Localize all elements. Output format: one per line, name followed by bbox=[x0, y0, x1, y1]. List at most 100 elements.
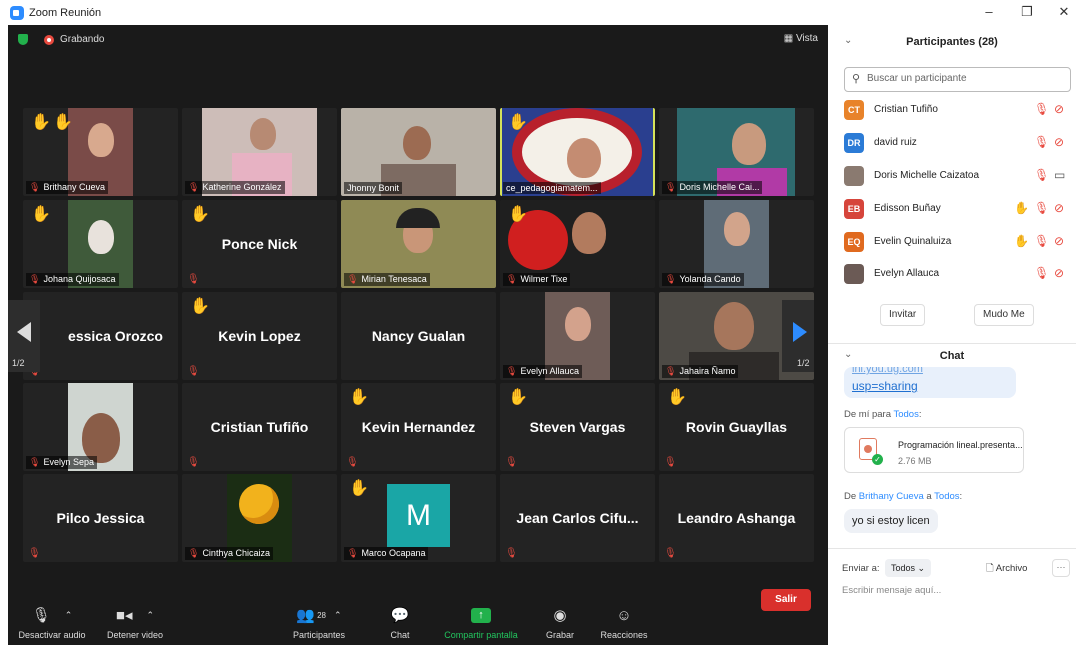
mic-muted-icon: 🎙 bbox=[665, 366, 677, 376]
participant-row[interactable]: EB Edisson Buñay ✋ 🎙 ⊘ bbox=[844, 199, 1074, 221]
mute-audio-button[interactable]: 🎙 ⌃ Desactivar audio bbox=[12, 603, 92, 640]
record-button[interactable]: ◉ Grabar bbox=[538, 603, 582, 640]
security-shield-icon[interactable] bbox=[18, 34, 28, 45]
video-tile[interactable]: essica Orozco 🎙 bbox=[23, 292, 178, 380]
participant-row[interactable]: EQ Evelin Quinaluiza ✋ 🎙 ⊘ bbox=[844, 232, 1074, 254]
chevron-up-icon[interactable]: ⌃ bbox=[65, 610, 73, 621]
tile-label: 🎙 Jahaira Ñamo bbox=[662, 365, 739, 378]
video-tile[interactable]: 🎙 Mirian Tenesaca bbox=[341, 200, 496, 288]
tile-name: Kevin Lopez bbox=[218, 328, 301, 344]
participant-row[interactable]: CT Cristian Tufiño 🎙 ⊘ bbox=[844, 100, 1074, 122]
recipient-link[interactable]: Todos bbox=[934, 491, 959, 502]
close-button[interactable]: ✕ bbox=[1049, 4, 1076, 20]
tile-label: Jhonny Bonit bbox=[344, 182, 403, 194]
video-tile[interactable]: Jean Carlos Cifu... 🎙 bbox=[500, 474, 655, 562]
link-partial-text[interactable]: ini.you.ug.com bbox=[852, 367, 923, 375]
message-meta: De Brithany Cueva a Todos: bbox=[844, 491, 963, 502]
video-tile[interactable]: 🎙 Katherine González bbox=[182, 108, 337, 196]
mic-muted-icon: 🎙 bbox=[187, 274, 200, 285]
video-tile[interactable]: Leandro Ashanga 🎙 bbox=[659, 474, 814, 562]
side-panel: ⌄ Participantes (28) ⚲ Buscar un partici… bbox=[828, 25, 1076, 645]
tile-label: 🎙 Brithany Cueva bbox=[26, 181, 108, 194]
previous-page-button[interactable]: 1/2 bbox=[8, 300, 40, 372]
invite-button[interactable]: Invitar bbox=[880, 304, 926, 326]
share-screen-label: Compartir pantalla bbox=[444, 630, 518, 640]
video-tile[interactable]: ✋ Steven Vargas 🎙 bbox=[500, 383, 655, 471]
tile-name: Steven Vargas bbox=[529, 419, 626, 435]
video-tile[interactable]: 🎙 Cinthya Chicaiza bbox=[182, 474, 337, 562]
leave-meeting-button[interactable]: Salir bbox=[761, 589, 811, 611]
reactions-button[interactable]: ☺ Reacciones bbox=[594, 603, 654, 641]
chevron-up-icon[interactable]: ⌃ bbox=[334, 610, 342, 621]
mic-muted-icon: 🎙 bbox=[1034, 234, 1050, 248]
shared-link[interactable]: usp=sharing bbox=[852, 379, 918, 393]
participant-row[interactable]: Evelyn Allauca 🎙 ⊘ bbox=[844, 264, 1074, 286]
file-button[interactable]: 🗋 Archivo bbox=[986, 561, 1027, 577]
shared-file[interactable]: ✓ Programación lineal.presenta... 2.76 M… bbox=[844, 427, 1024, 473]
mic-muted-icon: 🎙 bbox=[665, 274, 677, 284]
file-size: 2.76 MB bbox=[898, 456, 932, 466]
participant-name: Cristian Tufiño bbox=[874, 104, 938, 115]
message-input[interactable]: Escribir mensaje aquí... bbox=[842, 585, 941, 596]
avatar: CT bbox=[844, 100, 864, 120]
video-tile[interactable]: ✋ Kevin Lopez 🎙 bbox=[182, 292, 337, 380]
mic-muted-icon: 🎙 bbox=[347, 548, 359, 558]
tile-name: Evelyn Sepa bbox=[43, 457, 94, 467]
video-tile[interactable]: Cristian Tufiño 🎙 bbox=[182, 383, 337, 471]
video-tile-active-speaker[interactable]: ✋ ce_pedagogiamatem... bbox=[500, 108, 655, 196]
video-tile[interactable]: 🎙 Evelyn Allauca bbox=[500, 292, 655, 380]
sender-link[interactable]: Brithany Cueva bbox=[859, 491, 924, 502]
chat-compose: Enviar a: Todos ⌄ 🗋 Archivo ··· Escribir… bbox=[828, 548, 1076, 645]
video-camera-icon: ■◂ bbox=[115, 607, 133, 624]
video-tile[interactable]: ✋ Ponce Nick 🎙 bbox=[182, 200, 337, 288]
participants-button[interactable]: 👥 28 ⌃ Participantes bbox=[284, 603, 354, 640]
clap-reaction-icon: ✋ bbox=[508, 114, 528, 131]
chat-header: ⌄ Chat bbox=[828, 343, 1076, 365]
video-tile[interactable]: ✋ Kevin Hernandez 🎙 bbox=[341, 383, 496, 471]
video-tile[interactable]: 🎙 Yolanda Cando bbox=[659, 200, 814, 288]
participant-name: Evelyn Allauca bbox=[874, 268, 940, 279]
chevron-up-icon[interactable]: ⌃ bbox=[147, 610, 155, 621]
stop-video-button[interactable]: ■◂ ⌃ Detener video bbox=[100, 603, 170, 640]
avatar: M bbox=[387, 484, 450, 547]
video-tile[interactable]: ✋ 🎙 Johana Quijosaca bbox=[23, 200, 178, 288]
tile-name: Brithany Cueva bbox=[43, 182, 105, 192]
chat-button[interactable]: 💬 Chat bbox=[380, 603, 420, 640]
video-tile[interactable]: Jhonny Bonit bbox=[341, 108, 496, 196]
recipient-link[interactable]: Todos bbox=[893, 409, 918, 420]
video-tile[interactable]: ✋ ✋ 🎙 Brithany Cueva bbox=[23, 108, 178, 196]
video-tile[interactable]: 🎙 Evelyn Sepa bbox=[23, 383, 178, 471]
participant-row[interactable]: DR david ruiz 🎙 ⊘ bbox=[844, 133, 1074, 155]
tile-label: ce_pedagogiamatem... bbox=[503, 182, 601, 194]
mic-muted-icon: 🎙 bbox=[187, 457, 200, 468]
next-page-button[interactable]: 1/2 bbox=[782, 300, 814, 372]
video-tile[interactable]: ✋ 🎙 Wilmer Tixe bbox=[500, 200, 655, 288]
share-screen-button[interactable]: ↑ Compartir pantalla bbox=[436, 603, 526, 640]
tile-label: 🎙 Evelyn Allauca bbox=[503, 365, 582, 378]
participants-label: Participantes bbox=[292, 630, 346, 640]
view-button[interactable]: ▦ Vista bbox=[784, 33, 818, 44]
mute-me-button[interactable]: Mudo Me bbox=[974, 304, 1034, 326]
video-off-icon: ⊘ bbox=[1054, 102, 1065, 116]
more-options-button[interactable]: ··· bbox=[1052, 559, 1070, 577]
minimize-button[interactable]: – bbox=[974, 4, 1004, 19]
participants-count: 28 bbox=[317, 610, 327, 620]
recipient-dropdown[interactable]: Todos ⌄ bbox=[885, 559, 932, 577]
clap-reaction-icon: ✋ bbox=[508, 389, 528, 406]
video-tile[interactable]: Pilco Jessica 🎙 bbox=[23, 474, 178, 562]
mic-muted-icon: 🎙 bbox=[347, 274, 359, 284]
microphone-icon: 🎙 bbox=[31, 607, 51, 624]
video-tile[interactable]: M ✋ 🎙 Marco Ocapana bbox=[341, 474, 496, 562]
page-indicator: 1/2 bbox=[797, 358, 810, 368]
video-tile[interactable]: ✋ Rovin Guayllas 🎙 bbox=[659, 383, 814, 471]
video-tile[interactable]: Nancy Gualan bbox=[341, 292, 496, 380]
video-tile[interactable]: 🎙 Doris Michelle Cai... bbox=[659, 108, 814, 196]
tile-label: 🎙 Katherine González bbox=[185, 181, 285, 194]
mic-muted-icon: 🎙 bbox=[346, 457, 359, 468]
maximize-button[interactable]: ❐ bbox=[1012, 4, 1042, 20]
participant-row[interactable]: Doris Michelle Caizatoa 🎙 ▭ bbox=[844, 166, 1074, 188]
mic-muted-icon: 🎙 bbox=[1034, 168, 1050, 182]
from-prefix: De bbox=[844, 491, 857, 502]
participant-search-input[interactable]: ⚲ Buscar un participante bbox=[844, 67, 1071, 92]
share-screen-icon: ↑ bbox=[471, 607, 491, 623]
